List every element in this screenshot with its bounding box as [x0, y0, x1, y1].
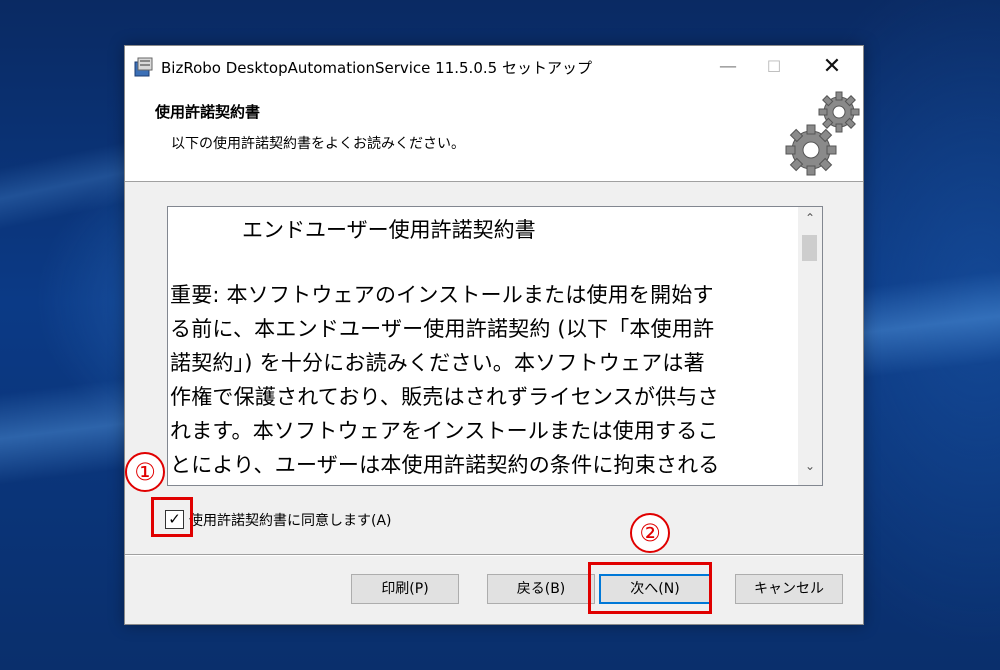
- scroll-up-arrow-icon[interactable]: ⌃: [798, 211, 822, 227]
- license-heading: エンドユーザー使用許諾契約書: [242, 218, 536, 242]
- scroll-down-arrow-icon[interactable]: ⌄: [798, 459, 822, 475]
- close-button[interactable]: ✕: [809, 46, 855, 88]
- license-line: る前に、本エンドユーザー使用許諾契約 (以下「本使用許: [170, 317, 715, 341]
- wizard-header: 使用許諾契約書 以下の使用許諾契約書をよくお読みください。: [125, 88, 863, 182]
- print-button[interactable]: 印刷(P): [351, 574, 459, 604]
- page-title: 使用許諾契約書: [155, 103, 261, 121]
- cancel-button[interactable]: キャンセル: [735, 574, 843, 604]
- vertical-scrollbar[interactable]: ⌃ ⌄: [798, 207, 822, 485]
- highlight-next-button: [588, 562, 712, 614]
- license-line: 諾契約」) を十分にお読みください。本ソフトウェアは著: [170, 351, 705, 375]
- step-marker-1: ①: [125, 452, 165, 492]
- divider: [125, 555, 863, 556]
- back-button[interactable]: 戻る(B): [487, 574, 595, 604]
- installer-app-icon: [134, 57, 153, 77]
- minimize-button[interactable]: —: [705, 46, 751, 88]
- gears-icon: [785, 91, 860, 176]
- license-line: れます。本ソフトウェアをインストールまたは使用するこ: [170, 419, 719, 443]
- installer-window: BizRobo DesktopAutomationService 11.5.0.…: [124, 45, 864, 625]
- highlight-checkbox: [151, 497, 193, 537]
- page-subtitle: 以下の使用許諾契約書をよくお読みください。: [171, 136, 465, 152]
- license-line: とにより、ユーザーは本使用許諾契約の条件に拘束される: [170, 453, 720, 477]
- step-marker-2: ②: [630, 513, 670, 553]
- license-line: 重要: 本ソフトウェアのインストールまたは使用を開始す: [170, 283, 714, 307]
- maximize-button[interactable]: ☐: [751, 46, 797, 88]
- agree-checkbox-row[interactable]: ✓ 使用許諾契約書に同意します(A): [165, 508, 565, 534]
- title-bar: BizRobo DesktopAutomationService 11.5.0.…: [125, 46, 863, 88]
- window-title: BizRobo DesktopAutomationService 11.5.0.…: [161, 59, 592, 77]
- agree-label[interactable]: 使用許諾契約書に同意します(A): [189, 510, 392, 530]
- scroll-thumb[interactable]: [802, 235, 817, 261]
- license-line: 作権で保護されており、販売はされずライセンスが供与さ: [170, 385, 719, 409]
- license-text-box[interactable]: エンドユーザー使用許諾契約書 重要: 本ソフトウェアのインストールまたは使用を開…: [167, 206, 823, 486]
